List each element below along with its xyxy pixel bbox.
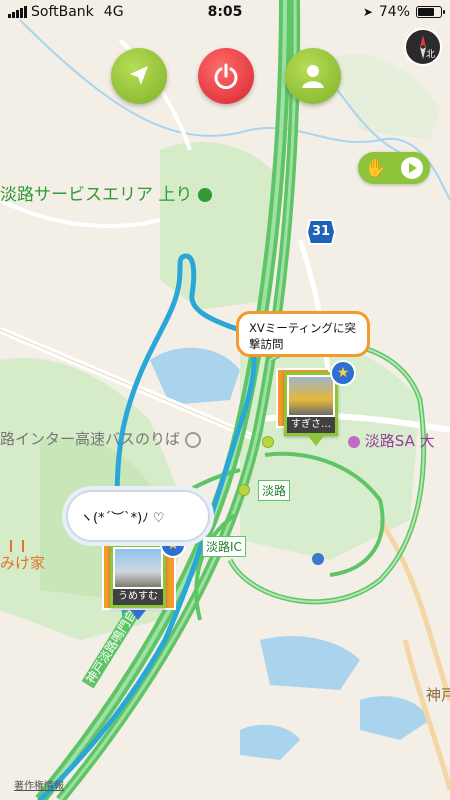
post-photo-caption: すぎさ… xyxy=(287,417,335,433)
hand-icon[interactable]: ✋ xyxy=(365,158,387,179)
compass-north-label: 北 xyxy=(426,50,436,60)
service-area-label: 淡路サービスエリア 上り xyxy=(0,180,212,205)
post-photo-card[interactable]: うめすむ xyxy=(110,544,166,608)
status-right: ➤ 74% xyxy=(362,4,445,20)
interchange-bus-text: 路インター高速バスのりば xyxy=(0,430,181,448)
awaji-small-text: 淡路 xyxy=(262,484,287,498)
awaji-sa-text: 淡路SA 大 xyxy=(364,432,435,450)
power-icon xyxy=(214,63,238,90)
route-31-shield: 31 xyxy=(305,218,337,246)
map-canvas[interactable] xyxy=(0,0,450,800)
kamiya-house-text: みけ家 xyxy=(0,554,46,572)
profile-button[interactable] xyxy=(285,48,341,104)
compass-button[interactable]: 北 xyxy=(404,28,442,66)
location-arrow-icon: ➤ xyxy=(362,5,373,19)
gas-station-icon xyxy=(312,553,324,565)
awaji-ic-text: 淡路IC xyxy=(206,540,242,554)
battery-level xyxy=(418,8,434,16)
user-icon xyxy=(302,65,324,88)
gesture-play-control[interactable]: ✋ xyxy=(358,152,430,184)
car-photo xyxy=(289,377,333,415)
post-message-text: XVミーティングに突撃訪問 xyxy=(249,321,357,351)
kobe-label: 神戸 xyxy=(426,684,450,705)
post-photo-stack[interactable]: すぎさ… ★ xyxy=(272,360,356,446)
service-area-text: 淡路サービスエリア 上り xyxy=(0,185,193,205)
pin-tail xyxy=(130,610,146,620)
car-photo xyxy=(115,549,161,587)
status-bar: SoftBank 4G 8:05 ➤ 74% xyxy=(0,0,450,26)
favorite-star-icon: ★ xyxy=(330,360,356,386)
post-photo-caption: うめすむ xyxy=(113,589,163,605)
awaji-ic-label: 淡路IC xyxy=(202,536,246,557)
post-message-text: ヽ(*´︶`*)ﾉ ♡ xyxy=(80,510,165,526)
restaurant-fork-icon xyxy=(10,540,24,552)
battery-icon xyxy=(416,6,445,18)
play-icon[interactable] xyxy=(401,157,424,179)
post-message-bubble[interactable]: XVミーティングに突撃訪問 xyxy=(236,311,370,357)
route-point[interactable] xyxy=(238,484,250,496)
power-button[interactable] xyxy=(198,48,254,104)
navigate-button[interactable] xyxy=(111,48,167,104)
battery-percent: 74% xyxy=(378,4,410,20)
awaji-small-label: 淡路 xyxy=(258,480,291,501)
awaji-sa-label: 淡路SA 大 xyxy=(348,430,435,451)
kobe-text: 神戸 xyxy=(426,686,450,704)
pin-tail xyxy=(308,436,324,446)
bus-stop-icon xyxy=(184,431,201,448)
sa-icon xyxy=(348,435,360,448)
interchange-bus-label: 路インター高速バスのりば xyxy=(0,428,201,449)
post-message-cloud[interactable]: ヽ(*´︶`*)ﾉ ♡ xyxy=(66,490,210,542)
kamiya-house-label: みけ家 xyxy=(0,540,45,573)
post-photo-card[interactable]: すぎさ… xyxy=(284,372,338,436)
route-number: 31 xyxy=(311,224,331,239)
navigation-arrow-icon xyxy=(130,66,148,85)
copyright-link[interactable]: 著作権情報 xyxy=(14,777,64,792)
restaurant-icon xyxy=(197,188,212,202)
